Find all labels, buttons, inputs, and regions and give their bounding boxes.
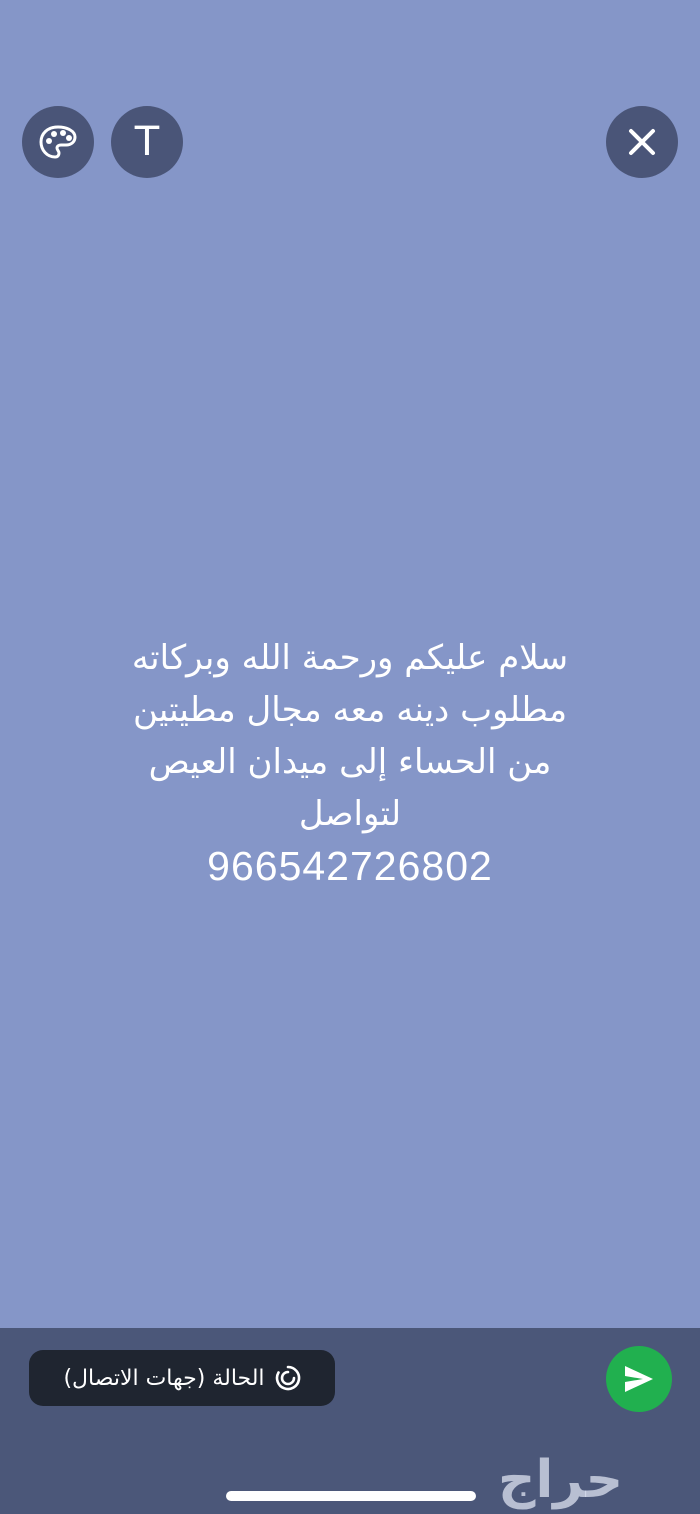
send-icon	[625, 1366, 653, 1392]
message-line-4: لتواصل	[298, 794, 402, 834]
palette-icon	[39, 125, 77, 159]
text-tool-button[interactable]: T	[111, 106, 183, 178]
bottom-bar: الحالة (جهات الاتصال) حراج	[0, 1328, 700, 1514]
audience-selector[interactable]: الحالة (جهات الاتصال)	[29, 1350, 335, 1406]
audience-label: الحالة (جهات الاتصال)	[63, 1365, 265, 1391]
home-indicator[interactable]	[226, 1491, 476, 1501]
color-palette-button[interactable]	[22, 106, 94, 178]
close-button[interactable]	[606, 106, 678, 178]
close-icon	[629, 129, 655, 155]
message-line-3: من الحساء إلى ميدان العيص	[148, 742, 552, 782]
status-ring-icon	[275, 1365, 300, 1391]
haraj-watermark: حراج	[498, 1450, 624, 1510]
message-line-2: مطلوب دينه معه مجال مطيتين	[132, 690, 568, 730]
message-line-1: سلام عليكم ورحمة الله وبركاته	[131, 638, 569, 678]
status-text[interactable]: سلام عليكم ورحمة الله وبركاته مطلوب دينه…	[40, 632, 660, 892]
text-tool-label: T	[134, 119, 160, 165]
status-composer-screen: T سلام عليكم ورحمة الله وبركاته مطلوب دي…	[0, 0, 700, 1514]
send-button[interactable]	[606, 1346, 672, 1412]
phone-number: 966542726802	[207, 843, 493, 889]
